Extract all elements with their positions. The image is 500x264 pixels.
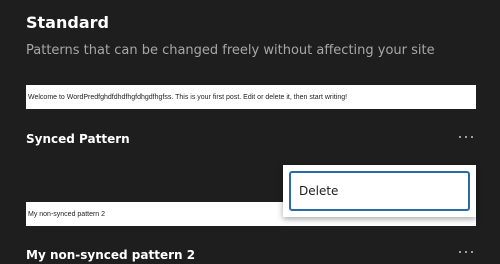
pattern-title: Synced Pattern [26,132,130,146]
section-description: Patterns that can be changed freely with… [26,43,435,58]
more-horizontal-icon [459,251,473,253]
pattern-preview-text: My non-synced pattern 2 [28,211,106,218]
pattern-actions-menu: Delete [283,165,476,217]
pattern-title: My non-synced pattern 2 [26,248,196,262]
pattern-actions-button[interactable] [452,128,480,146]
more-horizontal-icon [459,136,473,138]
delete-menu-item[interactable]: Delete [289,171,470,211]
section-title: Standard [26,13,109,32]
pattern-preview[interactable]: Welcome to WordPredfghdfdhdfhgfdhgdfhgfs… [26,85,476,109]
pattern-actions-button[interactable] [452,243,480,261]
pattern-preview-text: Welcome to WordPredfghdfdhdfhgfdhgdfhgfs… [28,94,348,101]
